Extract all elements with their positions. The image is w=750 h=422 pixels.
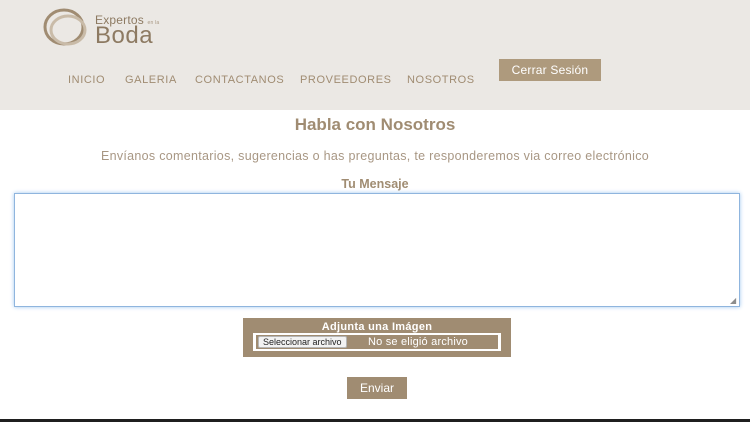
nav-item-galeria[interactable]: GALERIA: [125, 74, 177, 86]
attach-image-label: Adjunta una Imágen: [321, 321, 433, 333]
page-title: Habla con Nosotros: [294, 115, 456, 134]
rings-logo-icon: [43, 8, 87, 46]
nav-item-proveedores[interactable]: PROVEEDORES: [300, 74, 392, 86]
logout-button[interactable]: Cerrar Sesión: [499, 59, 601, 81]
choose-file-button[interactable]: Seleccionar archivo: [258, 336, 347, 348]
send-button[interactable]: Enviar: [347, 377, 407, 399]
file-input[interactable]: Seleccionar archivo No se eligió archivo: [253, 333, 501, 351]
nav-item-inicio[interactable]: INICIO: [68, 74, 105, 86]
nav-item-nosotros[interactable]: NOSOTROS: [407, 74, 475, 86]
brand-logo[interactable]: Expertos en la Boda: [43, 6, 183, 50]
page-subtitle: Envíanos comentarios, sugerencias o has …: [100, 149, 650, 163]
file-status-text: No se eligió archivo: [368, 336, 468, 348]
logo-text-bottom: Boda: [95, 22, 154, 49]
message-label: Tu Mensaje: [341, 177, 409, 191]
attach-image-panel: Adjunta una Imágen Seleccionar archivo N…: [243, 318, 511, 357]
nav-item-contactanos[interactable]: CONTACTANOS: [195, 74, 284, 86]
resize-handle-icon[interactable]: ◢: [730, 297, 738, 305]
file-input-inner: Seleccionar archivo No se eligió archivo: [256, 335, 498, 349]
message-textarea[interactable]: [14, 193, 740, 307]
site-header: Expertos en la Boda INICIO GALERIA CONTA…: [0, 0, 750, 110]
